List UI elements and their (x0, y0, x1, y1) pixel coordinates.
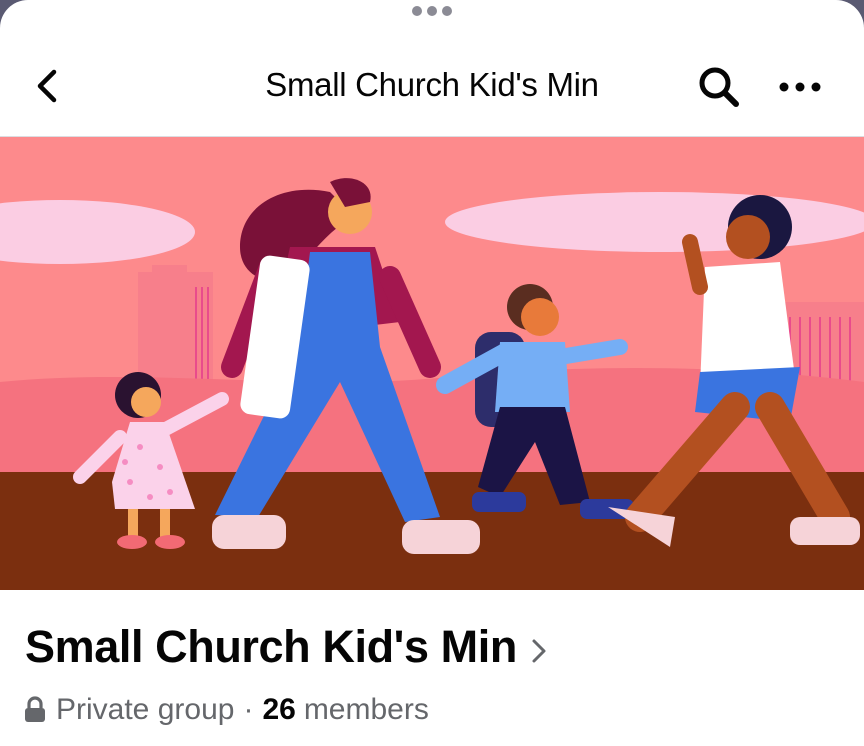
group-cover-photo[interactable] (0, 137, 864, 590)
lock-icon (25, 696, 45, 722)
sheet-grabber[interactable] (0, 4, 864, 18)
more-options-button[interactable] (774, 72, 826, 102)
cloud-right (445, 192, 864, 252)
top-navigation-bar: Small Church Kid's Min (0, 40, 864, 137)
group-title-link[interactable]: Small Church Kid's Min (25, 612, 547, 682)
group-name: Small Church Kid's Min (25, 621, 517, 672)
more-horizontal-icon (779, 82, 821, 92)
member-count[interactable]: 26 (262, 693, 295, 727)
group-sheet: Small Church Kid's Min Small Church Kid'… (0, 0, 864, 746)
privacy-label: Private group (56, 693, 235, 726)
meta-separator: · (243, 693, 254, 726)
group-meta: Private group · 26 members (24, 690, 429, 730)
search-button[interactable] (696, 64, 742, 110)
chevron-right-icon (532, 639, 546, 663)
members-label[interactable]: members (304, 693, 429, 727)
search-icon (699, 67, 739, 107)
